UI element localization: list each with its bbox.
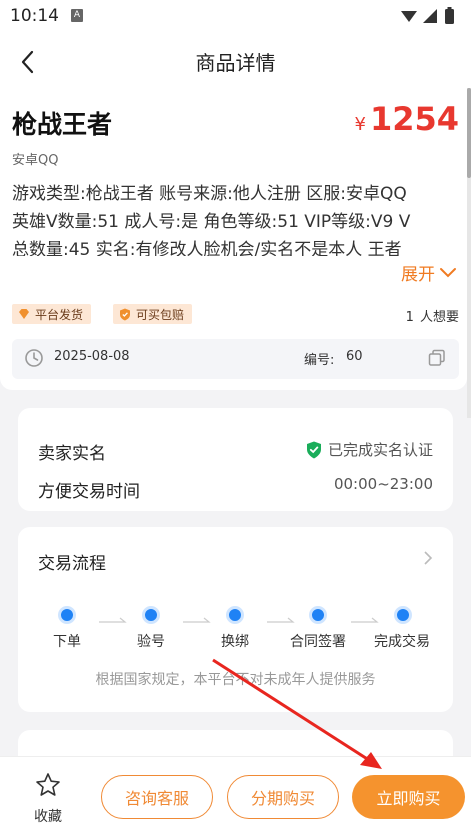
trade-flow-card[interactable]: 交易流程 下单 验号 换绑 合同签署 完成交易 根据国家规定，本平台不对未成年人…	[18, 527, 453, 712]
product-price: ¥ 1254	[354, 100, 459, 138]
step-arrow-icon	[267, 617, 295, 623]
tag-label: 平台发货	[35, 307, 84, 322]
buy-now-button[interactable]: 立即购买	[352, 775, 465, 819]
minor-notice: 根据国家规定，本平台不对未成年人提供服务	[95, 672, 376, 688]
expand-label: 展开	[401, 265, 435, 285]
step-label: 下单	[53, 634, 81, 650]
step-arrow-icon	[351, 617, 379, 623]
description-line: 总数量:45 实名:有修改人脸机会/实名不是本人 王者	[12, 240, 402, 256]
price-currency: ¥	[354, 114, 366, 135]
verified-shield-icon	[306, 441, 321, 458]
tag-label: 可买包赔	[136, 307, 185, 322]
seller-real-name-label: 卖家实名	[38, 444, 106, 464]
copy-icon[interactable]	[428, 349, 446, 367]
verified-status: 已完成实名认证	[306, 439, 433, 460]
step-label: 合同签署	[290, 634, 346, 650]
chevron-right-icon[interactable]	[423, 550, 433, 566]
bottom-action-bar: 收藏 咨询客服 分期购买 立即购买	[0, 756, 471, 837]
expand-button[interactable]: 展开	[401, 260, 457, 285]
diamond-badge-icon	[19, 309, 29, 319]
scrollbar-thumb[interactable]	[467, 88, 471, 178]
want-suffix: 人想要	[419, 310, 459, 325]
step-dot	[394, 606, 412, 624]
trade-time-label: 方便交易时间	[38, 482, 140, 502]
description-line: 游戏类型:枪战王者 账号来源:他人注册 区服:安卓QQ	[12, 184, 407, 204]
step-dot	[58, 606, 76, 624]
step-arrow-icon	[183, 617, 211, 623]
description-line: 英雄V数量:51 成人号:是 角色等级:51 VIP等级:V9 V	[12, 212, 411, 232]
chevron-down-icon	[440, 267, 456, 277]
step-dot	[226, 606, 244, 624]
step-label: 换绑	[221, 634, 249, 650]
step-label: 验号	[137, 634, 165, 650]
trade-time-value: 00:00~23:00	[333, 475, 433, 493]
step-dot	[309, 606, 327, 624]
favorite-label: 收藏	[34, 809, 62, 825]
price-value: 1254	[369, 100, 459, 138]
consult-service-button[interactable]: 咨询客服	[101, 775, 213, 819]
product-description: 游戏类型:枪战王者 账号来源:他人注册 区服:安卓QQ 英雄V数量:51 成人号…	[12, 180, 460, 256]
id-label: 编号:	[304, 353, 335, 368]
want-count: 1 人想要	[404, 306, 459, 325]
verified-text: 已完成实名认证	[327, 441, 433, 459]
step-arrow-icon	[99, 617, 127, 623]
shield-badge-icon	[120, 308, 130, 320]
want-number: 1	[405, 310, 414, 325]
platform-label: 安卓QQ	[12, 153, 59, 168]
star-icon	[36, 773, 60, 796]
clock-icon	[25, 349, 43, 367]
seller-card: 卖家实名 已完成实名认证 方便交易时间 00:00~23:00	[18, 408, 453, 511]
step-dot	[142, 606, 160, 624]
signal-battery-icon	[401, 7, 454, 24]
info-bar: 2025-08-08 编号: 60	[12, 339, 459, 379]
step-label: 完成交易	[374, 634, 430, 650]
installment-buy-button[interactable]: 分期购买	[227, 775, 339, 819]
page-title: 商品详情	[195, 51, 276, 75]
nav-bar: 商品详情	[0, 34, 471, 88]
status-time: 10:14	[10, 6, 59, 26]
tag-compensation: 可买包赔	[113, 304, 193, 324]
tag-platform-delivery: 平台发货	[12, 304, 92, 324]
listing-date: 2025-08-08	[54, 349, 130, 364]
status-bar: 10:14 A	[0, 0, 471, 34]
notification-icon: A	[71, 9, 83, 22]
favorite-button[interactable]: 收藏	[26, 772, 70, 826]
id-value: 60	[346, 349, 363, 364]
trade-flow-title: 交易流程	[38, 554, 106, 574]
product-name: 枪战王者	[12, 110, 113, 139]
